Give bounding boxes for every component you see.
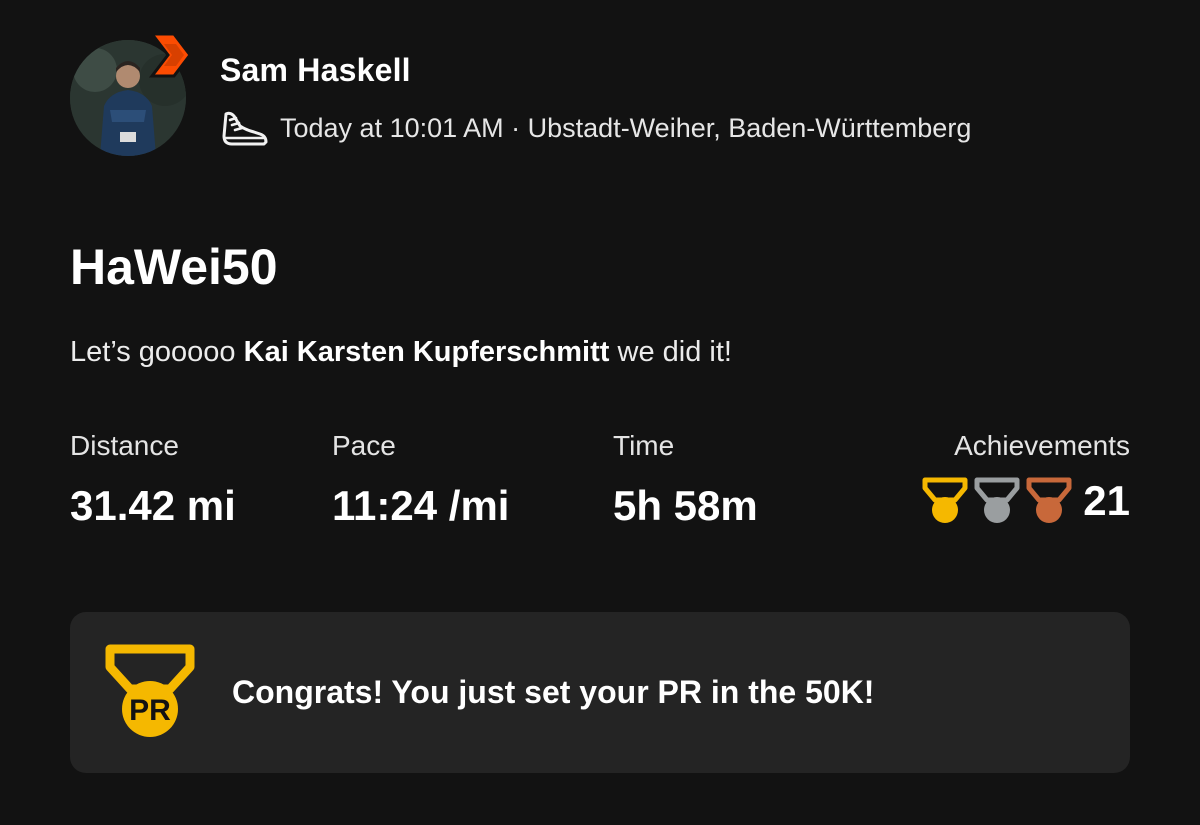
pace-value: 11:24 /mi xyxy=(332,482,510,529)
silver-medal-icon xyxy=(974,477,1020,523)
description-suffix: we did it! xyxy=(609,336,732,368)
stat-achievements[interactable]: Achievements 21 xyxy=(921,430,1130,526)
time-label: Time xyxy=(613,430,675,461)
distance-label: Distance xyxy=(70,430,179,461)
pr-medal-icon: PR xyxy=(105,644,195,737)
pace-label: Pace xyxy=(332,430,396,461)
pr-icon-text: PR xyxy=(129,694,171,727)
activity-description: Let’s gooooo Kai Karsten Kupferschmitt w… xyxy=(70,336,732,369)
activity-card: Sam Haskell Today at 10:01 AM · Ubstadt-… xyxy=(0,0,1200,825)
stat-pace: Pace 11:24 /mi xyxy=(332,430,509,530)
distance-value: 31.42 mi xyxy=(70,482,236,529)
athlete-name[interactable]: Sam Haskell xyxy=(220,52,411,89)
activity-time-location: Today at 10:01 AM · Ubstadt-Weiher, Bade… xyxy=(280,112,972,143)
activity-title[interactable]: HaWei50 xyxy=(70,238,278,296)
time-value: 5h 58m xyxy=(613,482,758,529)
mention-link[interactable]: Kai Karsten Kupferschmitt xyxy=(244,336,610,368)
pr-banner[interactable]: PR Congrats! You just set your PR in the… xyxy=(70,612,1130,773)
stat-time: Time 5h 58m xyxy=(613,430,758,530)
activity-meta: Today at 10:01 AM · Ubstadt-Weiher, Bade… xyxy=(220,108,971,148)
subscriber-chevron-icon xyxy=(148,32,192,78)
pr-message: Congrats! You just set your PR in the 50… xyxy=(232,674,875,710)
bronze-medal-icon xyxy=(1026,477,1072,523)
achievements-count: 21 xyxy=(1083,477,1130,524)
gold-medal-icon xyxy=(922,477,968,523)
achievements-row[interactable]: 21 xyxy=(921,476,1130,526)
stat-distance: Distance 31.42 mi xyxy=(70,430,236,530)
running-shoe-icon xyxy=(222,111,268,146)
achievements-label: Achievements xyxy=(954,430,1130,461)
avatar-container[interactable] xyxy=(70,32,192,156)
description-prefix: Let’s gooooo xyxy=(70,336,244,368)
